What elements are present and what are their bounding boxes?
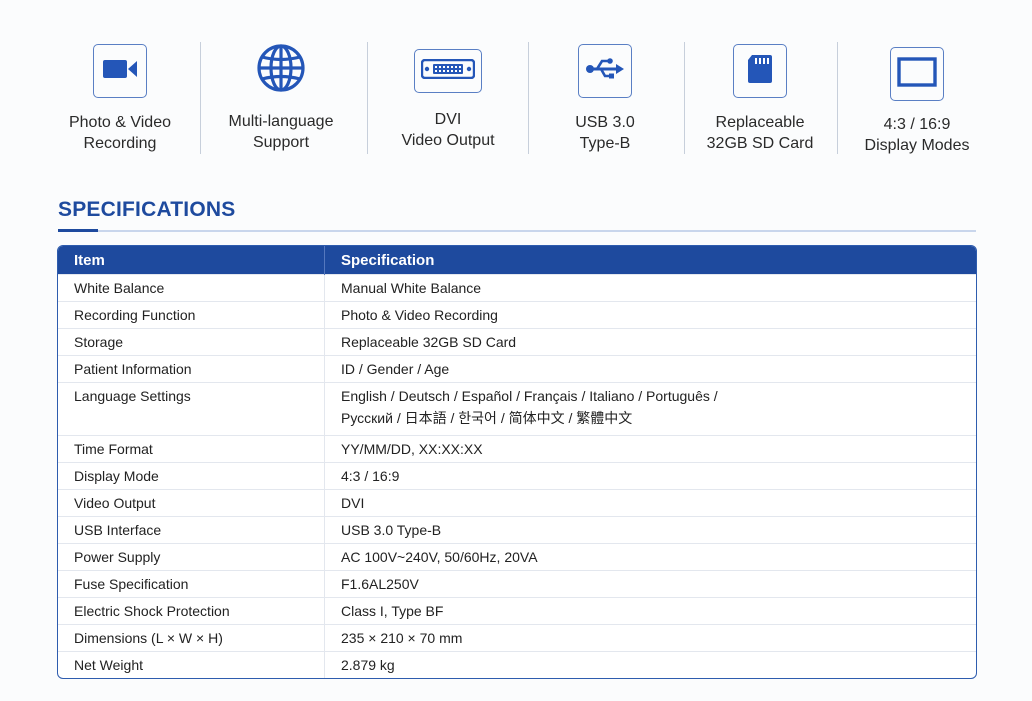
feature-divider <box>367 42 368 154</box>
table-row: Power Supply AC 100V~240V, 50/60Hz, 20VA <box>58 543 976 571</box>
table-row: Recording Function Photo & Video Recordin… <box>58 301 976 329</box>
row-item: USB Interface <box>58 516 325 544</box>
feature-icon-box <box>733 44 787 98</box>
row-value: AC 100V~240V, 50/60Hz, 20VA <box>324 543 976 571</box>
row-value: 4:3 / 16:9 <box>324 462 976 490</box>
table-row: Storage Replaceable 32GB SD Card <box>58 328 976 356</box>
feature-icon-box <box>93 44 147 98</box>
table-row: Display Mode 4:3 / 16:9 <box>58 462 976 490</box>
table-row: Video Output DVI <box>58 489 976 517</box>
table-row: Net Weight 2.879 kg <box>58 651 976 678</box>
row-value: Replaceable 32GB SD Card <box>324 328 976 356</box>
row-item: Video Output <box>58 489 325 517</box>
feature-label: Photo & Video Recording <box>68 114 171 152</box>
display-icon <box>897 56 937 92</box>
row-value: DVI <box>324 489 976 517</box>
row-value: YY/MM/DD, XX:XX:XX <box>324 435 976 463</box>
row-item: Electric Shock Protection <box>58 597 325 625</box>
globe-icon <box>256 43 306 98</box>
row-value: USB 3.0 Type-B <box>324 516 976 544</box>
row-item: Time Format <box>58 435 325 463</box>
row-item: Display Mode <box>58 462 325 490</box>
row-item: Storage <box>58 328 325 356</box>
feature-label: Multi-language Support <box>228 113 334 151</box>
title-underline-accent <box>58 229 98 232</box>
table-row: Patient Information ID / Gender / Age <box>58 355 976 383</box>
feature-usb: USB 3.0 Type-B <box>545 42 665 154</box>
feature-display-modes: 4:3 / 16:9 Display Modes <box>857 42 977 156</box>
row-item: White Balance <box>58 274 325 302</box>
column-header-item: Item <box>58 246 325 275</box>
title-underline <box>58 230 976 232</box>
row-item: Fuse Specification <box>58 570 325 598</box>
row-item: Language Settings <box>58 382 325 436</box>
section-title: SPECIFICATIONS <box>58 198 236 221</box>
feature-icon-box <box>890 47 944 101</box>
feature-divider <box>837 42 838 154</box>
row-value: F1.6AL250V <box>324 570 976 598</box>
feature-dvi: DVI Video Output <box>388 42 508 151</box>
feature-divider <box>528 42 529 154</box>
specifications-table: Item Specification White Balance Manual W… <box>57 245 977 679</box>
row-value: 235 × 210 × 70 mm <box>324 624 976 652</box>
feature-label: DVI Video Output <box>401 111 495 149</box>
sd-card-icon <box>747 54 773 89</box>
table-row: Time Format YY/MM/DD, XX:XX:XX <box>58 435 976 463</box>
feature-label: 4:3 / 16:9 Display Modes <box>864 116 970 154</box>
row-value: 2.879 kg <box>324 651 976 678</box>
table-row: Fuse Specification F1.6AL250V <box>58 570 976 598</box>
table-header-row: Item Specification <box>58 246 976 275</box>
feature-divider <box>684 42 685 154</box>
feature-label: Replaceable 32GB SD Card <box>706 114 814 152</box>
feature-sd-card: Replaceable 32GB SD Card <box>700 42 820 154</box>
row-value: ID / Gender / Age <box>324 355 976 383</box>
feature-icon-box <box>414 49 482 93</box>
row-value: Class I, Type BF <box>324 597 976 625</box>
table-row: Electric Shock Protection Class I, Type B… <box>58 597 976 625</box>
feature-photo-video: Photo & Video Recording <box>60 42 180 154</box>
row-value: Manual White Balance <box>324 274 976 302</box>
row-item: Dimensions (L × W × H) <box>58 624 325 652</box>
video-camera-icon <box>101 57 139 86</box>
row-value: Photo & Video Recording <box>324 301 976 329</box>
table-row: Dimensions (L × W × H) 235 × 210 × 70 mm <box>58 624 976 652</box>
row-value: English / Deutsch / Español / Français /… <box>324 382 976 436</box>
table-row: Language Settings English / Deutsch / Esp… <box>58 382 976 436</box>
feature-icon-box <box>578 44 632 98</box>
table-row: USB Interface USB 3.0 Type-B <box>58 516 976 544</box>
table-row: White Balance Manual White Balance <box>58 274 976 302</box>
dvi-connector-icon <box>420 58 476 84</box>
usb-icon <box>585 56 625 87</box>
row-item: Recording Function <box>58 301 325 329</box>
row-item: Power Supply <box>58 543 325 571</box>
row-value-line: English / Deutsch / Español / Français /… <box>341 388 718 404</box>
row-item: Patient Information <box>58 355 325 383</box>
feature-bar: Photo & Video Recording Multi-language Sup… <box>40 42 1000 157</box>
feature-divider <box>200 42 201 154</box>
feature-multi-language: Multi-language Support <box>221 42 341 153</box>
column-header-specification: Specification <box>324 246 976 275</box>
row-item: Net Weight <box>58 651 325 678</box>
row-value-line: Русский / 日本語 / 한국어 / 简体中文 / 繁體中文 <box>341 410 633 426</box>
feature-label: USB 3.0 Type-B <box>575 114 635 152</box>
feature-icon-box <box>254 43 308 97</box>
